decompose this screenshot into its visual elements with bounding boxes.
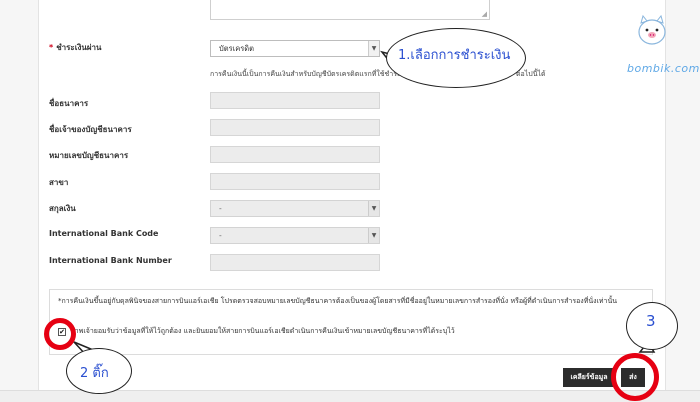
site-watermark: bombik.com	[627, 62, 700, 75]
pig-mascot-icon	[638, 14, 666, 45]
step1-text: 1.เลือกการชำระเงิน	[398, 48, 511, 63]
step2-text: 2 ติ๊ก	[80, 366, 109, 381]
step3-text: 3	[646, 312, 656, 330]
annotation-bubbles	[73, 50, 656, 356]
